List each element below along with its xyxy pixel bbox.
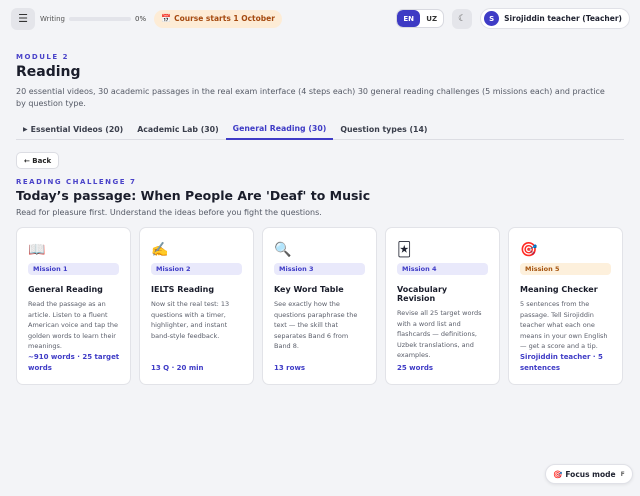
writing-hand-icon: ✍️ (151, 242, 169, 258)
progress-bar (69, 16, 131, 21)
page-title: Reading (16, 64, 81, 80)
lang-en-button[interactable]: EN (397, 10, 421, 27)
target-icon: 🎯 (520, 242, 538, 258)
user-menu[interactable]: S Sirojiddin teacher (Teacher) (480, 8, 630, 29)
passage-subtitle: Read for pleasure first. Understand the … (16, 208, 322, 217)
challenge-label: READING CHALLENGE 7 (16, 178, 137, 186)
card-title: Meaning Checker (520, 285, 598, 294)
tab-essential-videos[interactable]: ▶ Essential Videos (20) (16, 118, 130, 140)
card-description: See exactly how the questions paraphrase… (274, 300, 358, 350)
mission-card-meaning-checker[interactable]: 🎯 Mission 5 Meaning Checker 5 sentences … (508, 227, 623, 385)
mission-card-general-reading[interactable]: 📖 Mission 1 General Reading Read the pas… (16, 227, 131, 385)
page-description: 20 essential videos, 30 academic passage… (16, 87, 605, 108)
flashcard-icon: 🃏 (397, 242, 412, 258)
magnifier-icon: 🔍 (274, 242, 292, 258)
focus-mode-button[interactable]: 🎯 Focus mode F (545, 464, 633, 484)
card-title: General Reading (28, 285, 103, 294)
tab-label: Essential Videos (20) (30, 124, 124, 134)
menu-icon: ☰ (18, 12, 28, 25)
card-meta: ~910 words · 25 target words (28, 353, 120, 372)
mission-card-ielts-reading[interactable]: ✍️ Mission 2 IELTS Reading Now sit the r… (139, 227, 254, 385)
card-description: Read the passage as an article. Listen t… (28, 300, 118, 350)
card-title: IELTS Reading (151, 285, 215, 294)
calendar-icon: 📅 (161, 14, 172, 23)
mission-badge: Mission 5 (520, 263, 611, 275)
mission-badge: Mission 4 (397, 263, 488, 275)
course-start-badge: 📅 Course starts 1 October (154, 9, 282, 28)
tab-label: Academic Lab (30) (137, 124, 219, 134)
menu-button[interactable]: ☰ (11, 7, 35, 30)
tab-academic-lab[interactable]: Academic Lab (30) (130, 118, 225, 140)
card-description: Now sit the real test: 13 questions with… (151, 300, 230, 340)
user-name: Sirojiddin teacher (Teacher) (504, 14, 622, 23)
module-label: MODULE 2 (16, 53, 69, 61)
card-meta: 13 rows (274, 363, 306, 372)
tab-label: Question types (14) (340, 124, 428, 134)
language-toggle: EN UZ (396, 9, 445, 28)
mission-badge: Mission 3 (274, 263, 365, 275)
passage-title: Today’s passage: When People Are 'Deaf' … (16, 188, 371, 203)
avatar: S (484, 11, 500, 26)
tab-bar: ▶ Essential Videos (20) Academic Lab (30)… (16, 118, 624, 140)
card-title: Vocabulary Revision (397, 285, 448, 303)
card-meta: 13 Q · 20 min (151, 363, 204, 372)
book-icon: 📖 (28, 242, 46, 258)
card-description: Revise all 25 target words with a word l… (397, 309, 482, 359)
play-icon: ▶ (23, 125, 28, 133)
focus-mode-label: Focus mode (565, 469, 616, 479)
mission-badge: Mission 2 (151, 263, 242, 275)
card-description: 5 sentences from the passage. Tell Siroj… (520, 300, 608, 350)
mission-cards: 📖 Mission 1 General Reading Read the pas… (16, 227, 624, 385)
mission-card-vocabulary-revision[interactable]: 🃏 Mission 4 Vocabulary Revision Revise a… (385, 227, 500, 385)
progress-percent: 0% (135, 14, 147, 23)
course-start-label: Course starts 1 October (174, 14, 275, 23)
moon-icon: ☾ (458, 13, 467, 24)
mission-badge: Mission 1 (28, 263, 119, 275)
lang-uz-button[interactable]: UZ (420, 10, 443, 27)
progress-label: Writing (40, 14, 65, 23)
theme-toggle-button[interactable]: ☾ (452, 8, 473, 29)
card-meta: 25 words (397, 363, 434, 372)
card-meta: Sirojiddin teacher · 5 sentences (520, 353, 603, 372)
tab-question-types[interactable]: Question types (14) (333, 118, 434, 140)
top-bar: ☰ Writing 0% 📅 Course starts 1 October E… (0, 0, 640, 37)
back-button[interactable]: ← Back (16, 152, 60, 169)
mission-card-key-word-table[interactable]: 🔍 Mission 3 Key Word Table See exactly h… (262, 227, 377, 385)
card-title: Key Word Table (274, 285, 344, 294)
tab-general-reading[interactable]: General Reading (30) (225, 118, 334, 140)
tab-label: General Reading (30) (232, 123, 327, 133)
target-icon: 🎯 (553, 469, 563, 479)
focus-shortcut-key: F (620, 470, 625, 478)
